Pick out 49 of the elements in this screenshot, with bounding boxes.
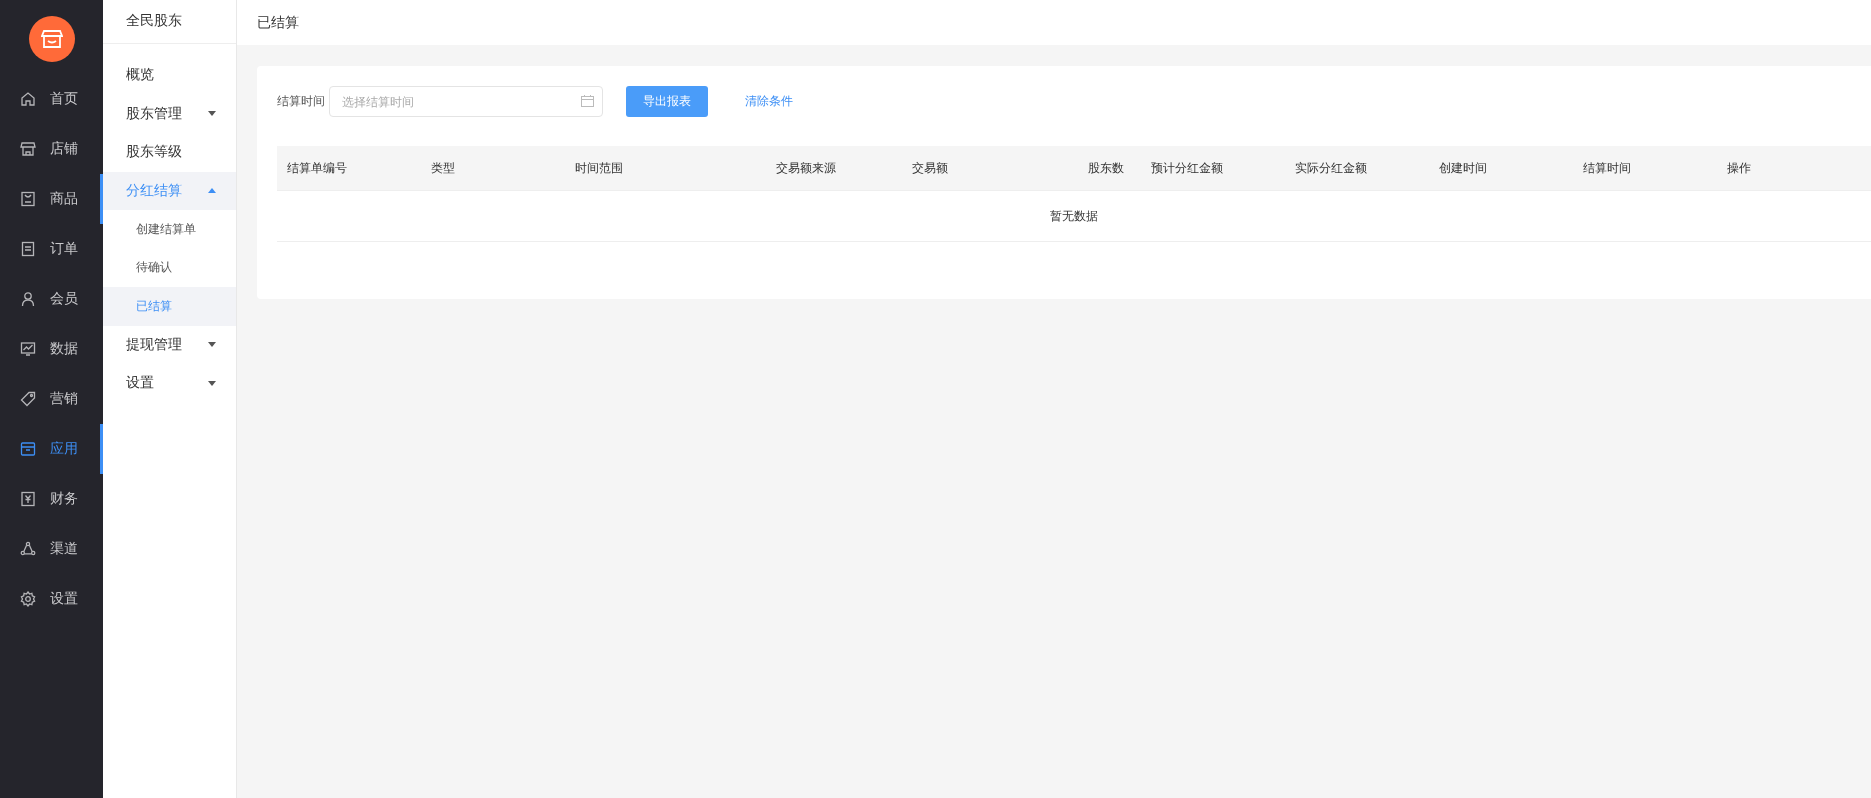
menu-item[interactable]: 股东管理 [103, 94, 236, 133]
nav-item[interactable]: 财务 [0, 474, 103, 524]
column-header: 类型 [430, 159, 456, 177]
nav-item[interactable]: 会员 [0, 274, 103, 324]
column-header: 预计分红金额 [1150, 159, 1224, 177]
caret-icon [208, 380, 216, 386]
date-field[interactable]: 选择结算时间 [329, 86, 603, 117]
column-header: 结算单编号 [286, 159, 348, 177]
calendar-icon [581, 95, 594, 107]
column-header: 交易额来源 [775, 159, 837, 177]
menu-item[interactable]: 提现管理 [103, 325, 236, 364]
nav-item[interactable]: 数据 [0, 324, 103, 374]
nav-item[interactable]: 店铺 [0, 124, 103, 174]
nodes-icon [20, 541, 36, 557]
user-icon [20, 291, 36, 307]
document-icon [20, 241, 36, 257]
caret-icon [208, 111, 216, 117]
empty-text: 暂无数据 [1050, 207, 1098, 225]
menu-item[interactable]: 概览 [103, 56, 236, 95]
sidebar-title: 全民股东 [103, 0, 236, 44]
chart-icon [20, 341, 36, 357]
submenu-item[interactable]: 创建结算单 [103, 210, 236, 249]
column-header: 创建时间 [1438, 159, 1488, 177]
nav-item[interactable]: 首页 [0, 74, 103, 124]
box-icon [20, 441, 36, 457]
submenu-item[interactable]: 待确认 [103, 248, 236, 287]
caret-icon [208, 342, 216, 348]
column-header: 实际分红金额 [1294, 159, 1368, 177]
nav-item[interactable]: 订单 [0, 224, 103, 274]
column-header: 结算时间 [1582, 159, 1632, 177]
menu-item[interactable]: 设置 [103, 364, 236, 403]
tag-icon [20, 391, 36, 407]
logo[interactable] [28, 16, 75, 62]
column-header: 交易额 [911, 159, 949, 177]
nav-item[interactable]: 设置 [0, 574, 103, 624]
nav-item[interactable]: 渠道 [0, 524, 103, 574]
column-header: 操作 [1726, 159, 1752, 177]
nav-item[interactable]: 营销 [0, 374, 103, 424]
page-title: 已结算 [257, 13, 299, 32]
store-icon [20, 141, 36, 157]
menu-item[interactable]: 股东等级 [103, 133, 236, 172]
goods-icon [20, 191, 36, 207]
field-label: 结算时间 [277, 93, 326, 110]
column-header: 股东数 [1087, 159, 1125, 177]
column-header: 时间范围 [574, 159, 624, 177]
money-icon [20, 491, 36, 507]
caret-icon [208, 188, 216, 194]
settings-icon [20, 591, 36, 607]
home-icon [20, 91, 36, 107]
